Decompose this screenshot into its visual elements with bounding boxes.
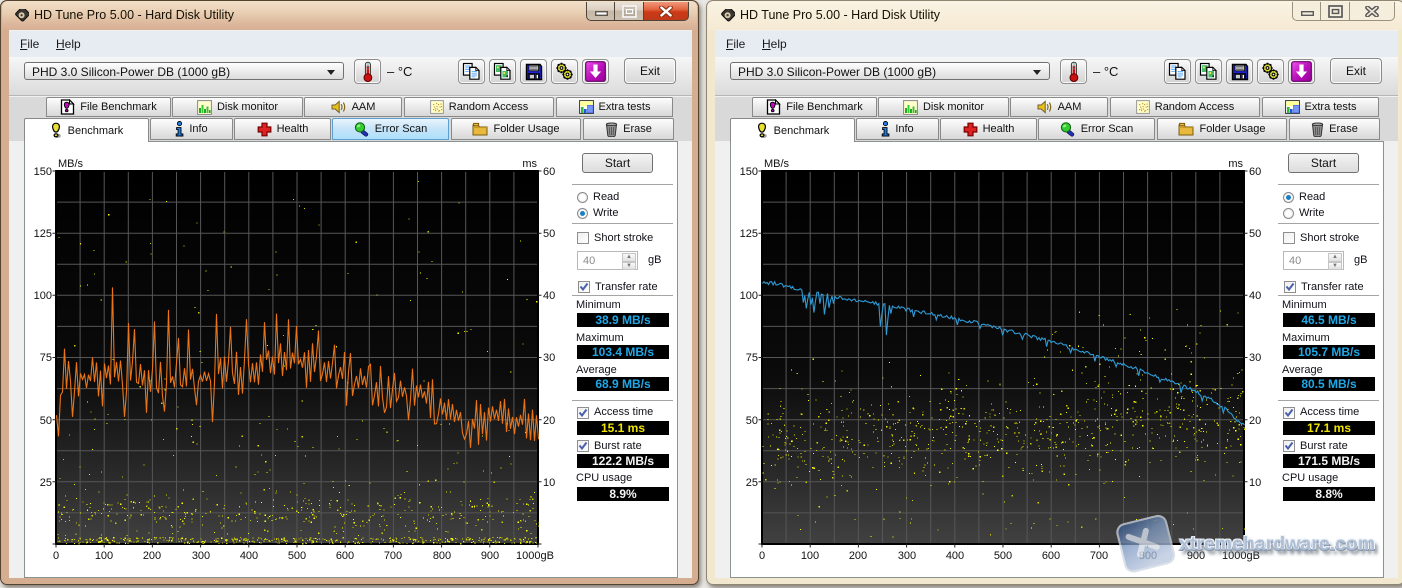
svg-text:100: 100 [95,550,113,562]
svg-text:900: 900 [481,550,499,562]
svg-text:20: 20 [543,415,555,427]
svg-text:60: 60 [543,166,555,178]
svg-text:100: 100 [740,290,758,302]
svg-text:1000gB: 1000gB [516,550,554,562]
svg-text:50: 50 [1249,228,1261,240]
svg-text:100: 100 [34,290,52,302]
svg-text:20: 20 [1249,415,1261,427]
svg-text:0: 0 [53,550,59,562]
svg-text:75: 75 [746,352,758,364]
svg-text:800: 800 [433,550,451,562]
svg-text:200: 200 [143,550,161,562]
svg-text:500: 500 [994,550,1012,562]
svg-text:700: 700 [384,550,402,562]
svg-text:25: 25 [40,477,52,489]
svg-text:MB/s: MB/s [764,158,790,170]
svg-text:75: 75 [40,352,52,364]
svg-text:30: 30 [1249,352,1261,364]
svg-text:30: 30 [543,352,555,364]
svg-text:40: 40 [1249,290,1261,302]
svg-text:60: 60 [1249,166,1261,178]
svg-text:25: 25 [746,477,758,489]
svg-text:150: 150 [34,166,52,178]
svg-text:10: 10 [543,477,555,489]
svg-text:600: 600 [1042,550,1060,562]
svg-text:400: 400 [240,550,258,562]
svg-text:ms: ms [522,158,537,170]
svg-text:200: 200 [849,550,867,562]
svg-text:MB/s: MB/s [58,158,84,170]
svg-text:300: 300 [898,550,916,562]
svg-text:400: 400 [946,550,964,562]
svg-text:600: 600 [336,550,354,562]
svg-text:100: 100 [801,550,819,562]
svg-text:0: 0 [759,550,765,562]
svg-text:125: 125 [740,228,758,240]
svg-text:150: 150 [740,166,758,178]
svg-text:125: 125 [34,228,52,240]
svg-text:500: 500 [288,550,306,562]
svg-text:50: 50 [40,415,52,427]
svg-text:50: 50 [543,228,555,240]
svg-text:300: 300 [192,550,210,562]
svg-text:40: 40 [543,290,555,302]
svg-text:ms: ms [1228,158,1243,170]
svg-text:700: 700 [1090,550,1108,562]
svg-text:10: 10 [1249,477,1261,489]
svg-text:50: 50 [746,415,758,427]
